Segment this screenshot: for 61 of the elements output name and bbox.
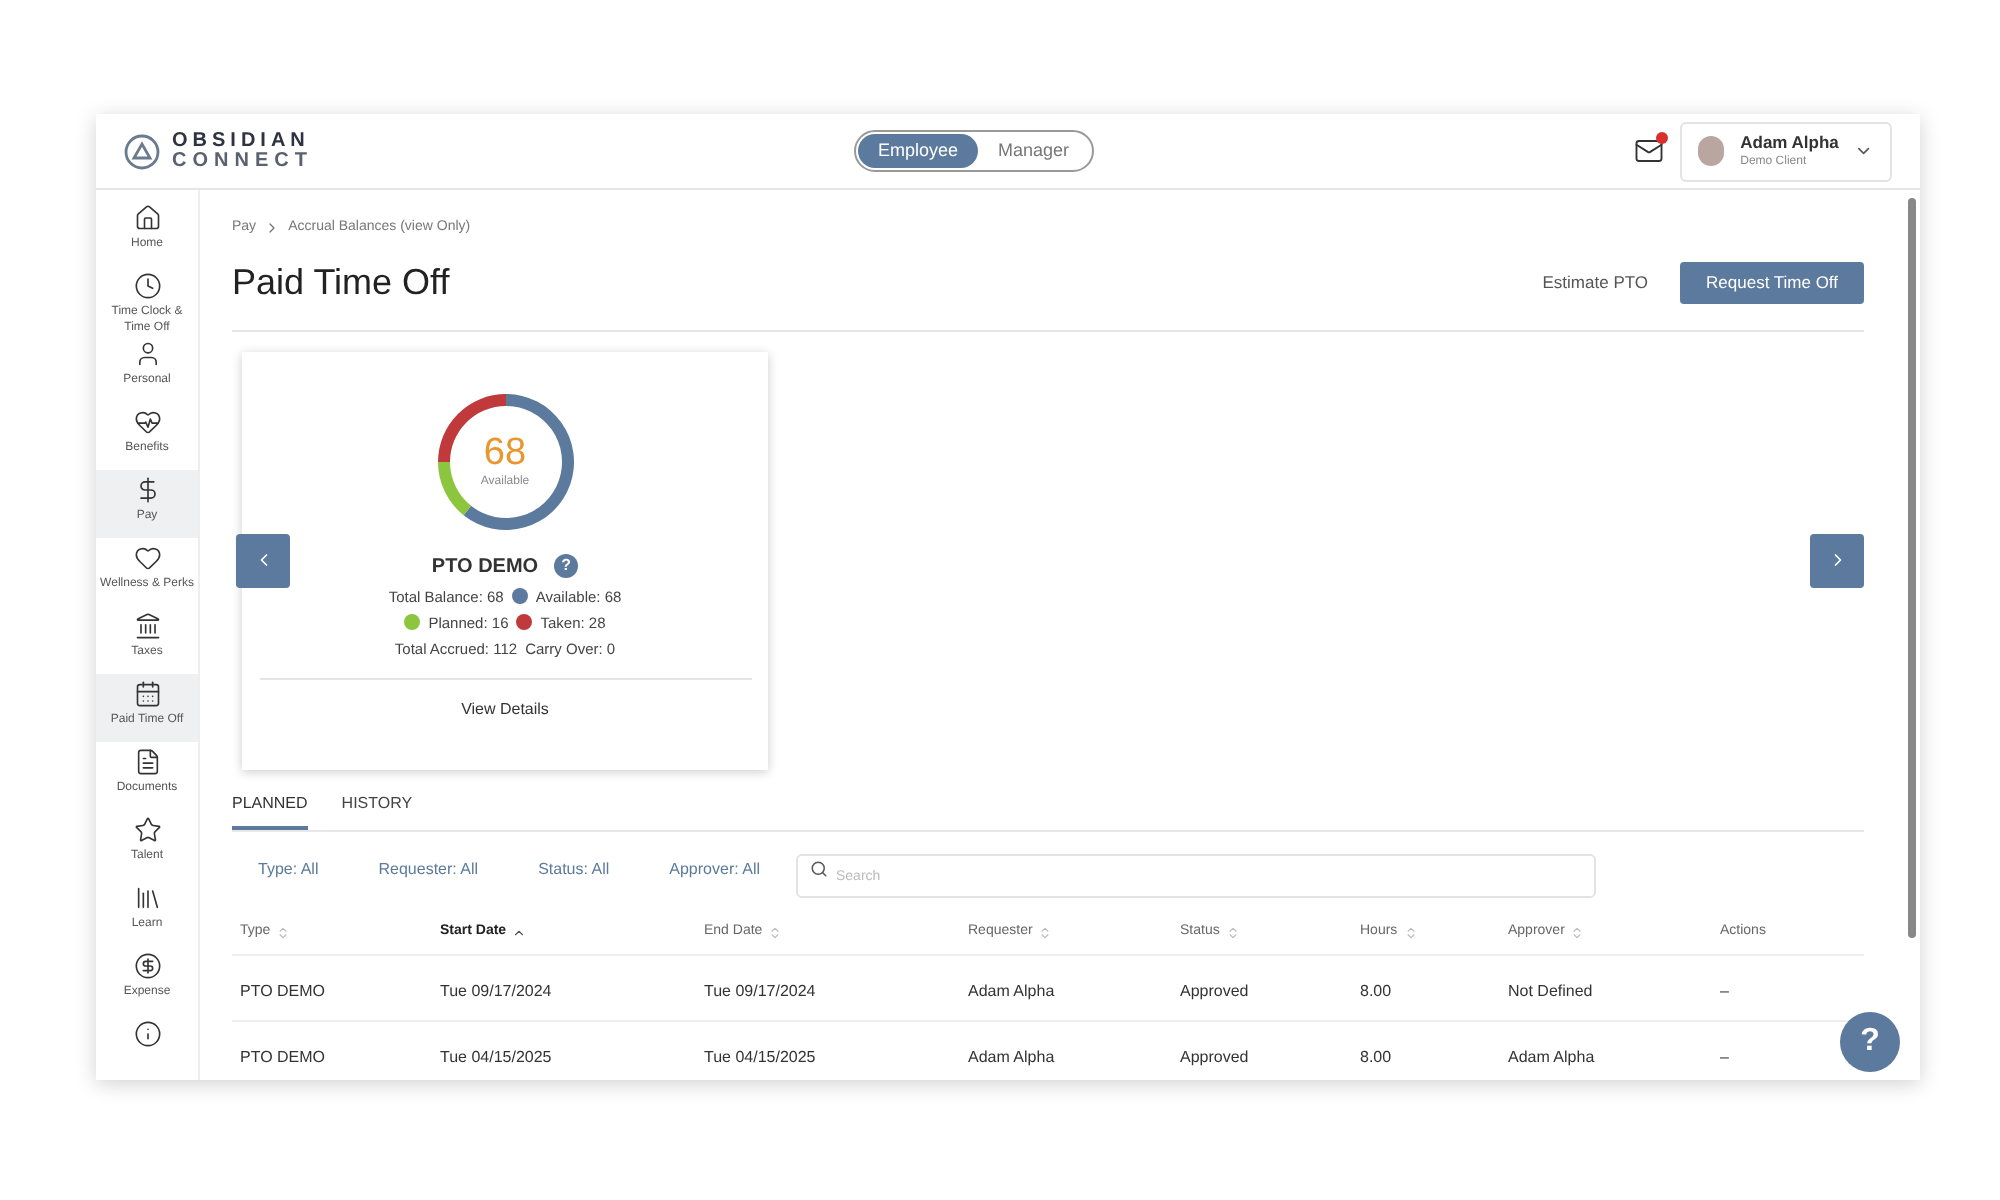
filter-dropdown[interactable]: Requester: All (378, 857, 479, 881)
page-title: Paid Time Off (232, 259, 450, 305)
user-name: Adam Alpha (1740, 131, 1839, 151)
table-cell: PTO DEMO (240, 981, 326, 999)
table-cell: Tue 04/15/2025 (440, 1047, 552, 1065)
role-toggle[interactable]: Employee (858, 134, 979, 168)
tab[interactable]: PLANNED (232, 791, 308, 829)
help-icon[interactable]: ? (554, 554, 579, 578)
view-details-link[interactable]: View Details (461, 698, 549, 723)
table-cell: Approved (1180, 1047, 1249, 1065)
table-cell: – (1720, 981, 1729, 999)
sort-icon (1570, 925, 1585, 939)
role-toggle[interactable]: Manager (978, 134, 1090, 168)
table-cell: 8.00 (1360, 1047, 1392, 1065)
document-icon (133, 748, 161, 776)
mail-icon[interactable] (1634, 136, 1664, 166)
table-cell: Adam Alpha (968, 981, 1055, 999)
previous-button[interactable] (236, 533, 290, 587)
sort-icon (1403, 925, 1418, 939)
table-cell: PTO DEMO (240, 1047, 326, 1065)
table-cell: Adam Alpha (1508, 1047, 1595, 1065)
table-cell: Approved (1180, 981, 1249, 999)
table-cell: – (1720, 1047, 1729, 1065)
table-cell: Tue 09/17/2024 (440, 981, 552, 999)
available-value: 68 (483, 434, 527, 474)
table-cell: Tue 04/15/2025 (704, 1047, 816, 1065)
bank-icon (133, 612, 161, 640)
filter-dropdown[interactable]: Status: All (538, 857, 610, 881)
info-icon (133, 1020, 161, 1048)
scrollbar[interactable] (1908, 198, 1916, 938)
filter-dropdown[interactable]: Type: All (258, 857, 319, 881)
sort-icon (768, 925, 783, 939)
star-icon (133, 816, 161, 844)
search-icon (810, 859, 828, 877)
logo-icon (124, 133, 160, 169)
estimate-link[interactable]: Estimate PTO (1542, 269, 1649, 295)
home-icon (133, 204, 161, 232)
filter-dropdown[interactable]: Approver: All (669, 857, 760, 881)
person-icon (133, 340, 161, 368)
request-button[interactable]: Request Time Off (1680, 261, 1864, 303)
table-cell: 8.00 (1360, 981, 1392, 999)
heart-icon (133, 544, 161, 572)
sort-icon (276, 925, 291, 939)
tab[interactable]: HISTORY (341, 791, 413, 829)
avatar (1698, 136, 1725, 166)
sort-icon (1038, 925, 1053, 939)
coin-icon (133, 952, 161, 980)
table-cell: Tue 09/17/2024 (704, 981, 816, 999)
logo-text: OBSIDIAN (172, 131, 312, 151)
next-button[interactable] (1810, 533, 1864, 587)
calendar-icon (133, 680, 161, 708)
help-button[interactable]: ? (1840, 1012, 1900, 1072)
heart-pulse-icon (133, 408, 161, 436)
logo-text: CONNECT (172, 151, 313, 171)
clock-icon (133, 272, 161, 300)
books-icon (133, 884, 161, 912)
plan-name: PTO DEMO (431, 553, 539, 581)
sort-ascending-icon (512, 925, 527, 939)
table-cell: Adam Alpha (968, 1047, 1055, 1065)
table-cell: Not Defined (1508, 981, 1593, 999)
sort-icon (1225, 925, 1240, 939)
